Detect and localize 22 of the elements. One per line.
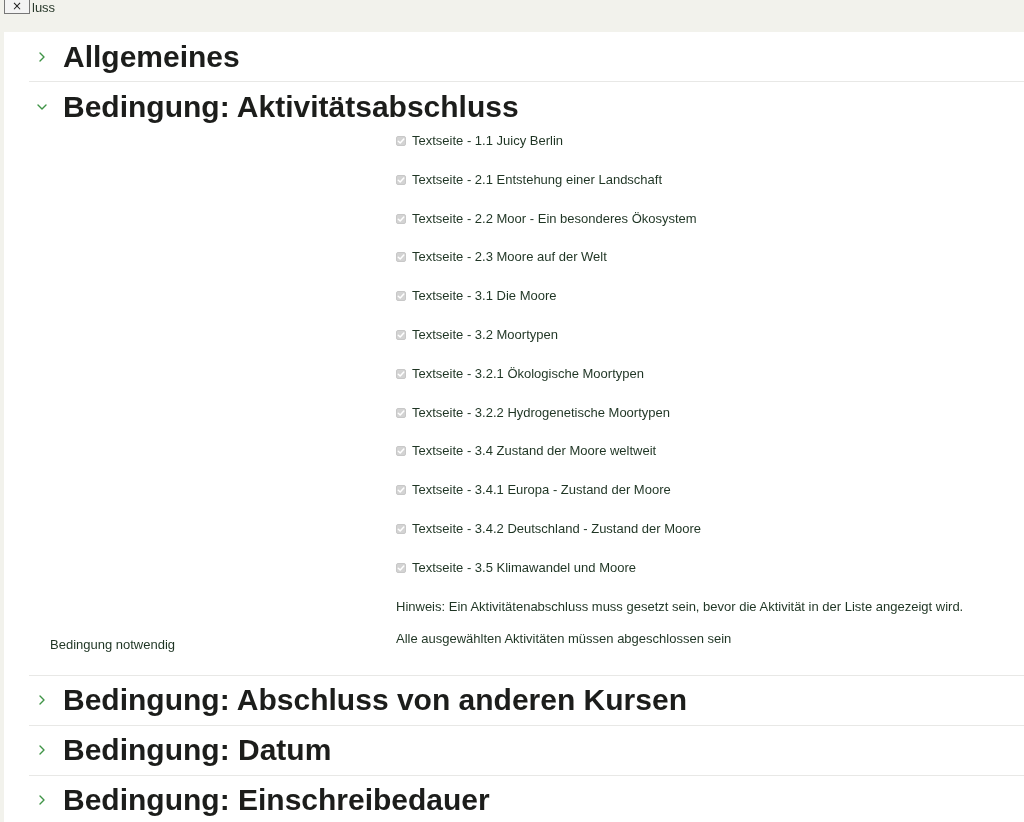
checkbox-label: Textseite - 3.2 Moortypen xyxy=(412,327,558,343)
section-toggle[interactable]: Bedingung: Abschluss von anderen Kursen xyxy=(37,683,687,718)
checkbox-label: Textseite - 1.1 Juicy Berlin xyxy=(412,133,563,149)
title-text: luss xyxy=(32,0,56,16)
checkbox-label: Textseite - 2.1 Entstehung einer Landschaft xyxy=(412,171,663,188)
section-toggle[interactable]: Bedingung: Einschreibedauer xyxy=(37,783,490,818)
checkbox-label: Textseite - 2.2 Moor - Ein besonderes Ökosystem xyxy=(412,210,697,227)
close-button[interactable]: × xyxy=(4,0,30,14)
checkbox-label: Textseite - 3.2.2 Hydrogenetische Moortypen xyxy=(412,404,670,421)
form-label: Bedingung notwendig xyxy=(50,636,176,653)
checkbox-label: Textseite - 2.3 Moore auf der Welt xyxy=(412,249,607,266)
checkbox-label: Textseite - 3.1 Die Moore xyxy=(412,288,557,305)
section-toggle[interactable]: Allgemeines xyxy=(37,39,240,74)
checkbox-label: Textseite - 3.2.1 Ökologische Moortypen xyxy=(412,365,644,382)
static-text: Alle ausgewählten Aktivitäten müssen abgeschlossen sein xyxy=(396,630,732,647)
checkbox-label: Textseite - 3.4.1 Europa - Zustand der Moore xyxy=(412,482,671,499)
checkbox-label: Textseite - 3.4 Zustand der Moore weltweit xyxy=(412,443,657,460)
section-toggle[interactable]: Bedingung: Datum xyxy=(37,733,332,768)
hint-text: Hinweis: Ein Aktivitätenabschluss muss gesetzt sein, bevor die Aktivität in der Liste angezeigt wird. xyxy=(396,598,964,615)
checkbox-label: Textseite - 3.4.2 Deutschland - Zustand der Moore xyxy=(412,520,702,537)
checkbox-label: Textseite - 3.5 Klimawandel und Moore xyxy=(412,559,636,576)
section-toggle[interactable]: Bedingung: Aktivitätsabschluss xyxy=(37,89,519,124)
